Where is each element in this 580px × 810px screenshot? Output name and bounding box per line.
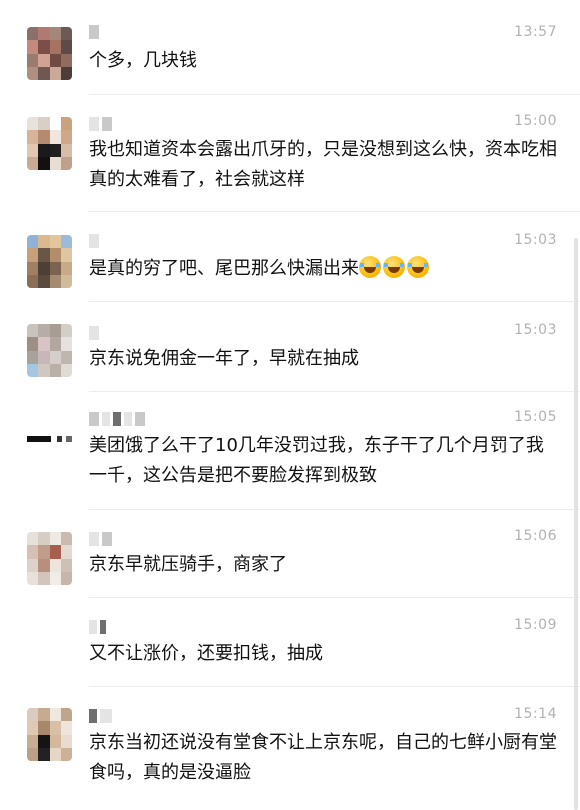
comment-text: 又不让涨价，还要扣钱，抽成: [89, 643, 323, 664]
comment-text: 美团饿了么干了10几年没罚过我，东子干了几个月罚了我一千，这公告是把不要脸发挥到…: [89, 435, 544, 486]
comment-timestamp: 15:03: [514, 322, 557, 338]
comment-text-content: 是真的穷了吧、尾巴那么快漏出来: [89, 258, 359, 279]
username-blurred[interactable]: [89, 25, 99, 39]
comment-timestamp: 15:14: [514, 706, 557, 722]
avatar[interactable]: [27, 414, 72, 467]
comment-timestamp: 15:03: [514, 232, 557, 248]
comment-text: 京东说免佣金一年了，早就在抽成: [89, 348, 359, 369]
username-blurred[interactable]: [89, 234, 99, 248]
comment-text: 是真的穷了吧、尾巴那么快漏出来: [89, 254, 559, 284]
face-with-tears-of-joy-icon: [359, 256, 381, 278]
divider: [89, 94, 580, 95]
comment-timestamp: 15:05: [514, 409, 557, 425]
comment-timestamp: 15:00: [514, 113, 557, 129]
comment-timestamp: 15:06: [514, 528, 557, 544]
divider: [89, 686, 580, 687]
scrollbar[interactable]: [574, 238, 578, 810]
comment-text: 我也知道资本会露出爪牙的，只是没想到这么快，资本吃相真的太难看了，社会就这样: [89, 139, 557, 190]
divider: [89, 597, 580, 598]
avatar[interactable]: [27, 324, 72, 377]
username-blurred[interactable]: [89, 117, 112, 131]
comment-text: 京东早就压骑手，商家了: [89, 554, 287, 575]
divider: [89, 211, 580, 212]
avatar[interactable]: [27, 117, 72, 170]
username-blurred[interactable]: [89, 620, 106, 634]
divider: [89, 301, 580, 302]
divider: [89, 391, 580, 392]
divider: [89, 509, 580, 510]
username-blurred[interactable]: [89, 412, 145, 426]
username-blurred[interactable]: [89, 532, 112, 546]
comment-feed[interactable]: 13:57 个多，几块钱 15:00 我也知道资本会露出爪牙的，只是没想到这么快…: [0, 0, 580, 810]
comment-timestamp: 13:57: [514, 24, 557, 40]
avatar[interactable]: [27, 532, 72, 585]
username-blurred[interactable]: [89, 709, 112, 723]
comment-timestamp: 15:09: [514, 617, 557, 633]
comment-text: 京东当初还说没有堂食不让上京东呢，自己的七鲜小厨有堂食吗，真的是没逼脸: [89, 732, 557, 783]
avatar[interactable]: [27, 708, 72, 761]
face-with-tears-of-joy-icon: [383, 256, 405, 278]
face-with-tears-of-joy-icon: [407, 256, 429, 278]
avatar[interactable]: [27, 620, 72, 673]
avatar[interactable]: [27, 235, 72, 288]
comment-text: 个多，几块钱: [89, 50, 197, 71]
avatar[interactable]: [27, 27, 72, 80]
username-blurred[interactable]: [89, 326, 99, 340]
